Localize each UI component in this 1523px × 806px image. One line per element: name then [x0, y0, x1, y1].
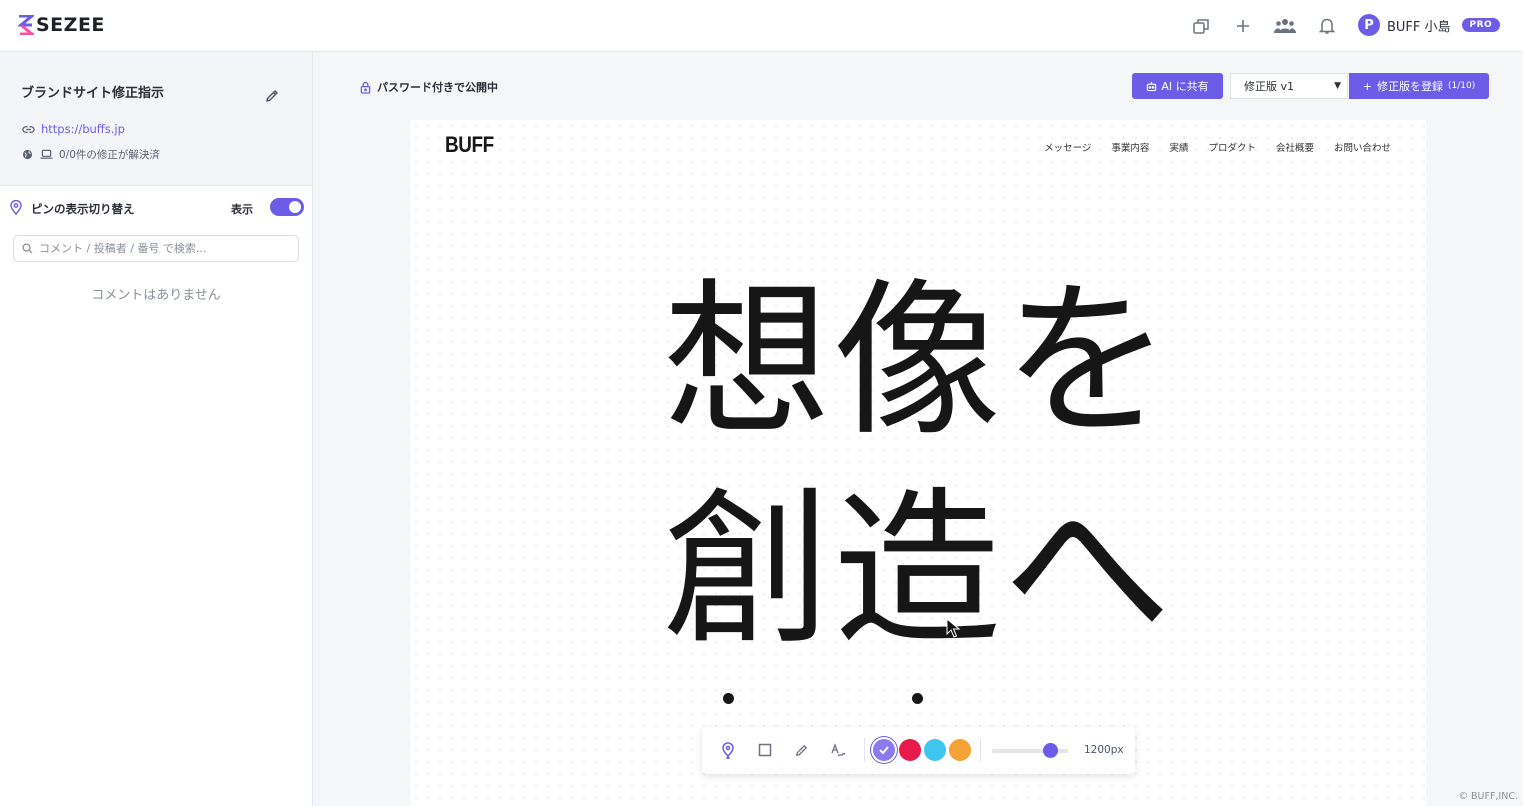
- avatar: P: [1358, 14, 1380, 36]
- windows-icon[interactable]: [1189, 14, 1213, 38]
- publish-status[interactable]: パスワード付きで公開中: [360, 79, 498, 95]
- color-swatch-purple[interactable]: [873, 739, 895, 761]
- stroke-width-slider-thumb[interactable]: [1043, 743, 1058, 758]
- plus-icon[interactable]: [1231, 14, 1255, 38]
- preview-canvas[interactable]: BUFF メッセージ 事業内容 実績 プロダクト 会社概要 お問い合わせ 想像を…: [410, 120, 1426, 806]
- globe-icon: [22, 149, 33, 160]
- version-select[interactable]: 修正版 v1 ▼: [1230, 73, 1348, 99]
- version-selected-value: 修正版 v1: [1244, 80, 1295, 93]
- plan-badge: PRO: [1461, 18, 1501, 32]
- robot-icon: [1147, 81, 1157, 91]
- color-swatch-cyan[interactable]: [924, 739, 946, 761]
- preview-decorative-dot: [723, 693, 734, 704]
- comment-search: [13, 235, 299, 262]
- comment-search-input[interactable]: [39, 242, 279, 255]
- rectangle-tool-icon[interactable]: [754, 739, 776, 761]
- project-info: ブランドサイト修正指示 https://buffs.jp 0/0件の修正が解決済: [0, 52, 312, 186]
- preview-hero-line-2: 創造へ: [663, 472, 1173, 668]
- preview-nav-item[interactable]: メッセージ: [1044, 140, 1091, 154]
- preview-decorative-dot: [912, 693, 923, 704]
- user-menu[interactable]: P BUFF 小島 PRO: [1358, 14, 1501, 36]
- preview-site-nav: メッセージ 事業内容 実績 プロダクト 会社概要 お問い合わせ: [1044, 140, 1391, 154]
- toolbar-divider: [864, 738, 865, 762]
- app-logo-text: SEZEE: [36, 14, 105, 36]
- ai-share-button[interactable]: AI に共有: [1132, 73, 1223, 99]
- project-title: ブランドサイト修正指示: [21, 86, 165, 101]
- color-swatch-orange[interactable]: [949, 739, 971, 761]
- ai-share-label: AI に共有: [1161, 80, 1209, 93]
- bell-icon[interactable]: [1315, 14, 1339, 38]
- preview-nav-item[interactable]: プロダクト: [1208, 140, 1256, 154]
- check-icon: [879, 746, 889, 755]
- register-version-button[interactable]: + 修正版を登録 (1/10): [1349, 73, 1489, 99]
- search-icon: [22, 243, 33, 254]
- text-tool-icon[interactable]: [827, 739, 849, 761]
- resolution-status: 0/0件の修正が解決済: [59, 149, 160, 161]
- publish-status-text: パスワード付きで公開中: [377, 81, 498, 94]
- top-bar: SEZEE P BUFF 小島 PRO: [0, 0, 1523, 52]
- color-swatch-red[interactable]: [899, 739, 921, 761]
- viewport-width-label: 1200px: [1084, 744, 1124, 756]
- pencil-edit-icon[interactable]: [264, 88, 282, 106]
- preview-nav-item[interactable]: 会社概要: [1276, 140, 1314, 154]
- preview-nav-item[interactable]: 事業内容: [1111, 140, 1149, 154]
- preview-site-logo[interactable]: BUFF: [445, 132, 494, 158]
- laptop-icon: [40, 149, 53, 159]
- annotation-toolbar: 1200px: [702, 727, 1135, 774]
- pin-show-label: 表示: [231, 203, 253, 216]
- preview-hero-line-1: 想像を: [663, 263, 1173, 459]
- toolbar-divider: [980, 738, 981, 762]
- pencil-tool-icon[interactable]: [790, 739, 812, 761]
- user-name: BUFF 小島: [1387, 19, 1451, 35]
- empty-comments-message: コメントはありません: [91, 288, 221, 303]
- lock-icon: [360, 81, 371, 94]
- mouse-cursor-icon: [946, 618, 960, 638]
- link-icon: [22, 125, 35, 133]
- project-url-row: https://buffs.jp: [22, 122, 125, 136]
- register-version-count: (1/10): [1447, 81, 1476, 91]
- map-pin-icon: [10, 200, 22, 215]
- project-url-link[interactable]: https://buffs.jp: [41, 122, 125, 136]
- pin-visibility-row: ピンの表示切り替え 表示: [10, 198, 305, 220]
- copyright-text: © BUFF,INC.: [1458, 791, 1518, 802]
- sidebar: ブランドサイト修正指示 https://buffs.jp 0/0件の修正が解決済…: [0, 52, 313, 806]
- preview-nav-item[interactable]: 実績: [1169, 140, 1188, 154]
- main-area: パスワード付きで公開中 AI に共有 修正版 v1 ▼ + 修正版を登録 (1/…: [313, 52, 1523, 806]
- preview-nav-item[interactable]: お問い合わせ: [1334, 140, 1391, 154]
- register-version-label: 修正版を登録: [1376, 80, 1443, 93]
- pin-tool-icon[interactable]: [717, 739, 739, 761]
- caret-down-icon: ▼: [1334, 81, 1341, 91]
- sezee-logo-icon: [18, 15, 34, 35]
- pin-visibility-toggle[interactable]: [270, 198, 304, 216]
- pin-visibility-label: ピンの表示切り替え: [31, 202, 135, 216]
- app-logo[interactable]: SEZEE: [18, 14, 105, 36]
- team-icon[interactable]: [1273, 14, 1297, 38]
- plus-icon: +: [1362, 79, 1372, 93]
- resolution-status-row: 0/0件の修正が解決済: [22, 147, 160, 162]
